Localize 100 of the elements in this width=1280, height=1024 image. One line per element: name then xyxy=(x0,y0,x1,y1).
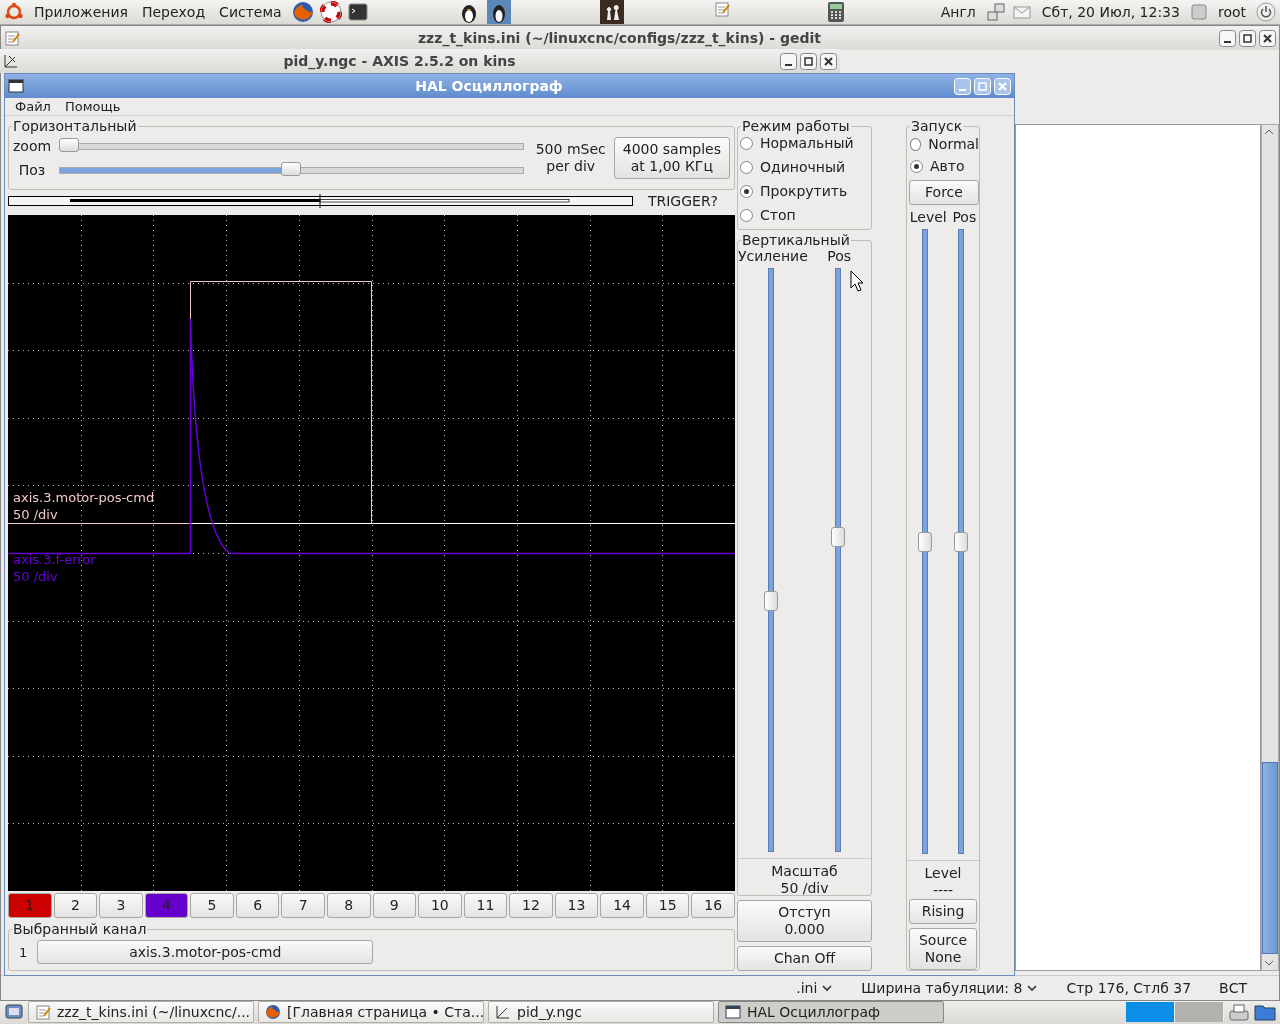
network-icon[interactable] xyxy=(985,2,1006,22)
radio-button[interactable] xyxy=(740,208,753,222)
close-icon[interactable] xyxy=(820,52,837,70)
taskbar-button[interactable]: zzz_t_kins.ini (~/linuxcnc/... xyxy=(28,1001,254,1023)
trace-name: axis.3.motor-pos-cmd xyxy=(13,489,155,506)
axis-icon xyxy=(3,53,19,69)
radio-option[interactable]: Одиночный xyxy=(740,159,871,175)
window-title: HAL Осциллограф xyxy=(414,78,564,94)
window-title: pid_y.ngc - AXIS 2.5.2 on kins xyxy=(282,53,517,69)
radio-button[interactable] xyxy=(910,137,922,151)
radio-button[interactable] xyxy=(740,160,753,174)
channel-number: 1 xyxy=(19,944,28,960)
channel-button[interactable]: 2 xyxy=(53,893,98,918)
keyboard-layout-indicator[interactable]: Англ xyxy=(936,4,980,20)
source-button[interactable]: Source None xyxy=(909,928,977,970)
radio-option[interactable]: Нормальный xyxy=(740,135,871,151)
lifebuoy-icon[interactable] xyxy=(319,1,342,23)
tab-width-dropdown[interactable]: Ширина табуляции: 8 xyxy=(861,980,1039,996)
radio-button[interactable] xyxy=(910,159,923,173)
taskbar-button[interactable]: HAL Осциллограф xyxy=(718,1001,944,1023)
maximize-icon[interactable] xyxy=(800,52,817,70)
slider-thumb[interactable] xyxy=(830,526,845,547)
menu-item[interactable]: Помощь xyxy=(64,99,121,114)
slider-thumb[interactable] xyxy=(59,137,80,152)
browser-icon[interactable] xyxy=(291,1,314,23)
slider-thumb[interactable] xyxy=(764,590,779,611)
penguin-icon[interactable] xyxy=(487,0,511,24)
chan-off-button[interactable]: Chan Off xyxy=(737,946,872,971)
printer-icon[interactable] xyxy=(1228,1002,1250,1022)
slider-label: Pos xyxy=(827,248,851,264)
scrollbar[interactable] xyxy=(1261,124,1279,971)
slider-label: Усиление xyxy=(738,248,808,264)
slider-label: zoom xyxy=(13,138,51,154)
radio-option[interactable]: Прокрутить xyxy=(740,183,871,199)
channel-button[interactable]: 10 xyxy=(418,893,462,918)
slider-thumb[interactable] xyxy=(918,531,932,552)
channel-button[interactable]: 14 xyxy=(600,893,644,918)
browser-icon xyxy=(265,1004,281,1020)
slider-thumb[interactable] xyxy=(281,161,302,176)
close-icon[interactable] xyxy=(1259,29,1276,47)
channel-button[interactable]: 13 xyxy=(554,893,599,918)
terminal-icon[interactable] xyxy=(347,2,368,22)
edge-button[interactable]: Rising xyxy=(909,899,977,924)
menu-item[interactable]: Приложения xyxy=(30,4,132,20)
window-icon xyxy=(8,78,24,94)
channel-button[interactable]: 9 xyxy=(372,893,417,918)
offset-button[interactable]: Отступ 0.000 xyxy=(737,900,872,942)
insert-mode: ВСТ xyxy=(1219,980,1247,996)
channel-button[interactable]: 11 xyxy=(463,893,508,918)
trace-name: axis.3.f-error xyxy=(13,551,96,568)
menu-item[interactable]: Переход xyxy=(137,4,210,20)
taskbar-button[interactable]: pid_y.ngc xyxy=(488,1001,714,1023)
chevron-down-icon xyxy=(1026,982,1039,994)
panel-title: Режим работы xyxy=(741,118,851,134)
minimize-icon[interactable] xyxy=(780,52,797,70)
power-icon[interactable] xyxy=(1256,2,1276,22)
menu-item[interactable]: Файл xyxy=(15,99,51,114)
panel-title: Горизонтальный xyxy=(12,118,138,134)
channel-button[interactable]: 5 xyxy=(190,893,234,918)
trigger-status: TRIGGER? xyxy=(646,193,720,209)
sample-rate-button[interactable]: 4000 samples at 1,00 КГц xyxy=(613,137,730,179)
channel-button[interactable]: 8 xyxy=(326,893,371,918)
radio-option[interactable]: Авто xyxy=(907,155,979,177)
chess-pieces-icon[interactable] xyxy=(600,0,625,24)
channel-button[interactable]: 16 xyxy=(691,893,735,918)
channel-button[interactable]: 3 xyxy=(99,893,143,918)
trace-scale: 50 /div xyxy=(13,568,59,585)
channel-button[interactable]: 15 xyxy=(645,893,690,918)
channel-button[interactable]: 12 xyxy=(509,893,553,918)
slider-thumb[interactable] xyxy=(954,531,968,552)
time-per-div: 500 mSec per div xyxy=(535,141,606,175)
radio-option[interactable]: Стоп xyxy=(740,207,871,223)
clock[interactable]: Сбт, 20 Июл, 12:33 xyxy=(1037,4,1184,20)
channel-button[interactable]: 6 xyxy=(235,893,280,918)
mouse-pointer-icon xyxy=(850,270,864,292)
taskbar-button[interactable]: [Главная страница • Ста... xyxy=(258,1001,484,1023)
user-name[interactable]: root xyxy=(1213,4,1250,20)
notepad-icon xyxy=(4,30,20,46)
trigger-level-value: ---- xyxy=(931,882,955,899)
radio-button[interactable] xyxy=(740,136,753,150)
scale-label: Масштаб xyxy=(770,863,839,880)
menu-item[interactable]: Система xyxy=(215,4,286,20)
scrollbar-thumb[interactable] xyxy=(1262,762,1278,954)
minimize-icon[interactable] xyxy=(1219,29,1236,47)
panel-title: Запуск xyxy=(910,118,964,134)
language-dropdown[interactable]: .ini xyxy=(796,980,834,996)
maximize-icon[interactable] xyxy=(1239,29,1256,47)
channel-name-button[interactable]: axis.3.motor-pos-cmd xyxy=(37,940,374,964)
window-icon xyxy=(725,1004,741,1020)
trace-scale: 50 /div xyxy=(13,506,59,523)
channel-button[interactable]: 7 xyxy=(281,893,325,918)
slider-label: Поз xyxy=(17,162,47,178)
scale-value: 50 /div xyxy=(779,880,830,897)
cursor-position: Стр 176, Стлб 37 xyxy=(1066,980,1192,996)
logo-icon xyxy=(4,2,24,22)
show-desktop-icon[interactable] xyxy=(4,1002,24,1022)
radio-option[interactable]: Normal xyxy=(907,133,979,155)
workspace-switcher[interactable] xyxy=(1126,1002,1224,1022)
force-button[interactable]: Force xyxy=(909,180,979,205)
radio-button[interactable] xyxy=(740,184,753,198)
